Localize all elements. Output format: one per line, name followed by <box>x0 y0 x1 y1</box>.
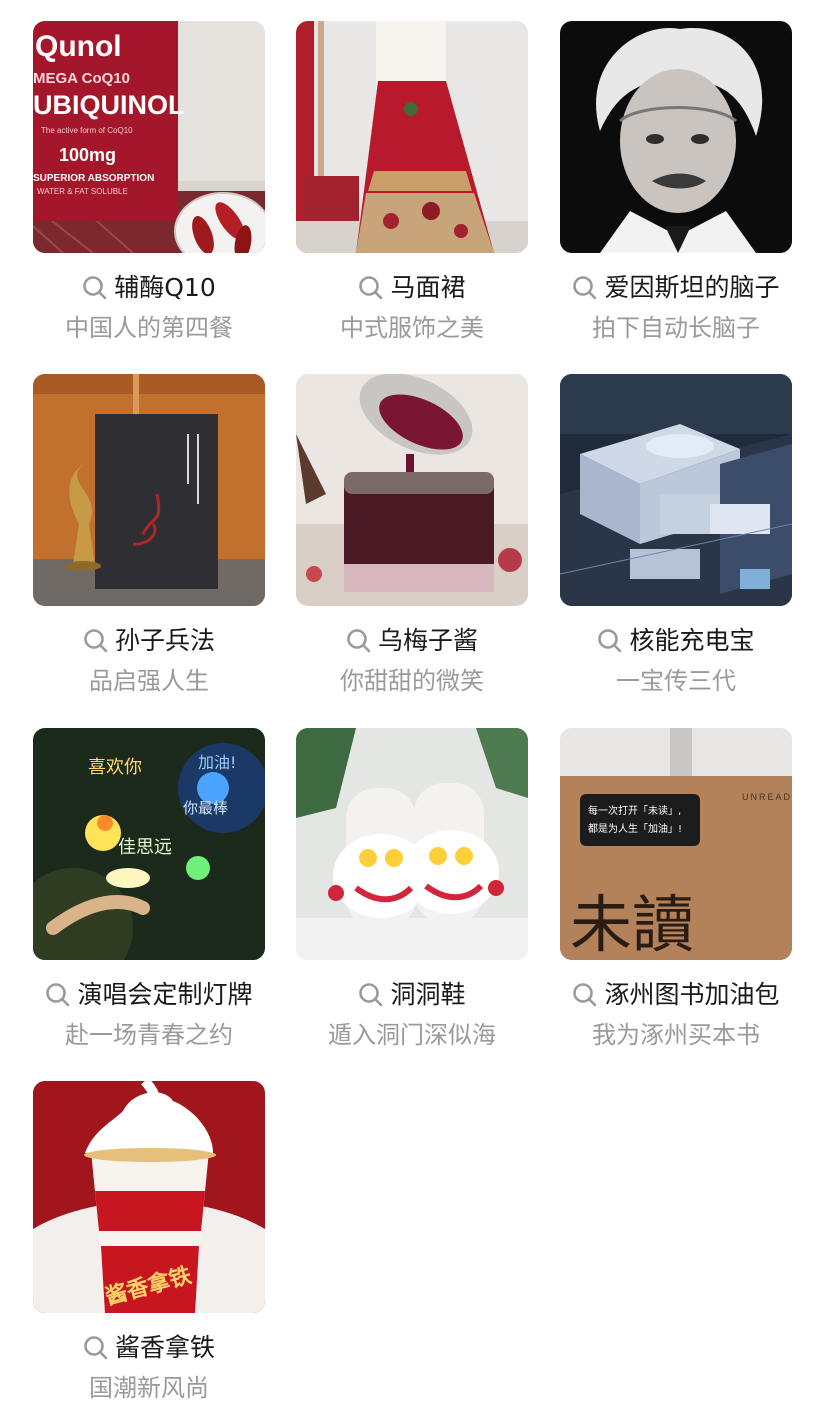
svg-text:都是为人生「加油」!: 都是为人生「加油」! <box>588 822 682 835</box>
card-title-row: 核能充电宝 <box>560 624 792 658</box>
trending-search-grid: Qunol MEGA CoQ10 UBIQUINOL The active fo… <box>0 0 828 1420</box>
svg-text:未讀: 未讀 <box>570 888 694 960</box>
search-card-sauce-latte[interactable]: 酱香拿铁 酱香拿铁 国潮新风尚 <box>33 1081 265 1421</box>
search-card-plum-jam[interactable]: 乌梅子酱 你甜甜的微笑 <box>296 374 528 714</box>
search-card-einstein-brain[interactable]: 爱因斯坦的脑子 拍下自动长脑子 <box>560 21 792 361</box>
svg-text:你最棒: 你最棒 <box>183 799 228 817</box>
search-icon <box>84 629 108 653</box>
search-icon <box>359 276 383 300</box>
plum-jam-jar-image <box>296 374 528 606</box>
svg-text:佳思远: 佳思远 <box>118 837 172 858</box>
search-term-subtitle: 你甜甜的微笑 <box>340 667 484 695</box>
search-card-clogs[interactable]: 洞洞鞋 遁入洞门深似海 <box>296 728 528 1068</box>
search-card-mamian-skirt[interactable]: 马面裙 中式服饰之美 <box>296 21 528 361</box>
svg-text:喜欢你: 喜欢你 <box>88 757 142 778</box>
search-card-coq10[interactable]: Qunol MEGA CoQ10 UBIQUINOL The active fo… <box>33 21 265 361</box>
search-term-subtitle: 品启强人生 <box>89 667 209 695</box>
search-term-subtitle: 拍下自动长脑子 <box>592 314 760 342</box>
card-title-row: 演唱会定制灯牌 <box>33 978 265 1012</box>
svg-text:加油!: 加油! <box>198 753 236 772</box>
nuclear-plant-model-image <box>560 374 792 606</box>
card-title-row: 辅酶Q10 <box>33 271 265 305</box>
search-term-subtitle: 中国人的第四餐 <box>65 314 233 342</box>
search-card-nuclear-power-bank[interactable]: 核能充电宝 一宝传三代 <box>560 374 792 714</box>
search-icon <box>347 629 371 653</box>
card-title-row: 爱因斯坦的脑子 <box>560 271 792 305</box>
search-icon <box>573 983 597 1007</box>
search-term-title: 孙子兵法 <box>114 626 215 655</box>
search-term-subtitle: 中式服饰之美 <box>340 314 484 342</box>
svg-text:Qunol: Qunol <box>35 30 122 63</box>
svg-text:SUPERIOR ABSORPTION: SUPERIOR ABSORPTION <box>33 173 154 184</box>
card-title-row: 涿州图书加油包 <box>560 978 792 1012</box>
svg-text:WATER & FAT SOLUBLE: WATER & FAT SOLUBLE <box>37 187 128 196</box>
svg-text:UBIQUINOL: UBIQUINOL <box>33 90 185 120</box>
coq10-supplement-bottle-image: Qunol MEGA CoQ10 UBIQUINOL The active fo… <box>33 21 265 253</box>
card-title-row: 孙子兵法 <box>33 624 265 658</box>
card-title-row: 酱香拿铁 <box>33 1331 265 1365</box>
search-term-title: 洞洞鞋 <box>390 980 466 1009</box>
search-card-zhuozhou-book-pack[interactable]: 每一次打开「未读」, 都是为人生「加油」! UNREAD 未讀 涿州图书加油包 … <box>560 728 792 1068</box>
search-term-title: 核能充电宝 <box>629 626 755 655</box>
search-term-title: 爱因斯坦的脑子 <box>604 273 780 302</box>
svg-text:UNREAD: UNREAD <box>742 792 792 802</box>
search-term-title: 演唱会定制灯牌 <box>77 980 253 1009</box>
lion-dance-clogs-image <box>296 728 528 960</box>
art-of-war-book-image <box>33 374 265 606</box>
search-term-title: 涿州图书加油包 <box>604 980 780 1009</box>
search-icon <box>83 276 107 300</box>
search-term-subtitle: 我为涿州买本书 <box>592 1021 760 1049</box>
svg-text:每一次打开「未读」,: 每一次打开「未读」, <box>588 804 681 817</box>
search-icon <box>84 1336 108 1360</box>
einstein-portrait-image <box>560 21 792 253</box>
search-card-art-of-war[interactable]: 孙子兵法 品启强人生 <box>33 374 265 714</box>
card-title-row: 马面裙 <box>296 271 528 305</box>
search-icon <box>573 276 597 300</box>
search-icon <box>598 629 622 653</box>
search-term-subtitle: 一宝传三代 <box>616 667 736 695</box>
search-term-title: 乌梅子酱 <box>377 626 478 655</box>
card-title-row: 乌梅子酱 <box>296 624 528 658</box>
search-term-title: 辅酶Q10 <box>114 273 216 302</box>
search-term-title: 马面裙 <box>390 273 466 302</box>
concert-light-sign-image: 喜欢你 加油! 你最棒 佳思远 <box>33 728 265 960</box>
card-title-row: 洞洞鞋 <box>296 978 528 1012</box>
svg-text:100mg: 100mg <box>59 145 116 165</box>
search-term-subtitle: 赴一场青春之约 <box>65 1021 233 1049</box>
search-icon <box>359 983 383 1007</box>
search-term-subtitle: 遁入洞门深似海 <box>328 1021 496 1049</box>
svg-text:MEGA CoQ10: MEGA CoQ10 <box>33 70 130 87</box>
sauce-latte-cup-image: 酱香拿铁 <box>33 1081 265 1313</box>
search-card-concert-light-sign[interactable]: 喜欢你 加油! 你最棒 佳思远 演唱会定制灯牌 赴一场青春之约 <box>33 728 265 1068</box>
book-box-image: 每一次打开「未读」, 都是为人生「加油」! UNREAD 未讀 <box>560 728 792 960</box>
svg-text:The active form of CoQ10: The active form of CoQ10 <box>41 126 133 135</box>
search-term-subtitle: 国潮新风尚 <box>89 1374 209 1402</box>
mamian-skirt-image <box>296 21 528 253</box>
search-term-title: 酱香拿铁 <box>114 1333 215 1362</box>
search-icon <box>46 983 70 1007</box>
